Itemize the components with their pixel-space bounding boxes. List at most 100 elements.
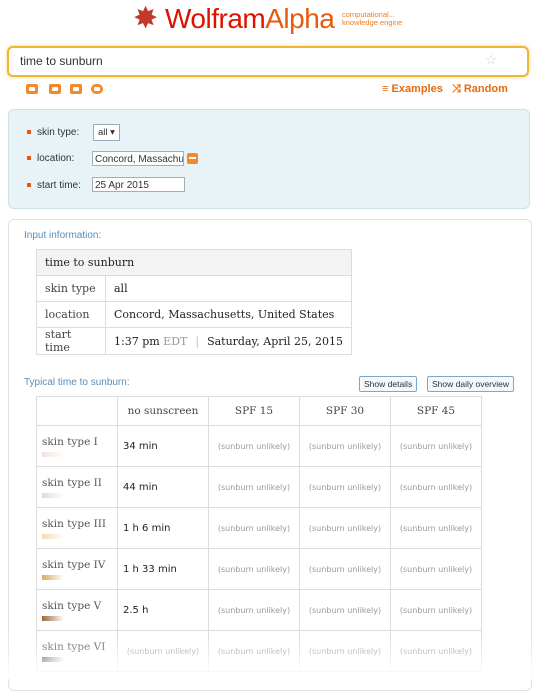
column-header: no sunscreen [117, 396, 209, 426]
input-info-table: time to sunburn skin type all location C… [35, 249, 353, 355]
location-cell-value: Concord, Massachusetts, United States [104, 301, 353, 328]
skin-type-cell-label: skin type [36, 275, 106, 302]
table-row: skin type III 1 h 6 min (sunburn unlikely)… [36, 507, 482, 549]
examples-label: Examples [391, 83, 443, 95]
sunburn-unlikely-cell: (sunburn unlikely) [390, 466, 482, 508]
skin-type-row-label: skin type III [36, 507, 118, 549]
location-label: location: [27, 153, 74, 164]
skin-color-swatch [42, 451, 64, 457]
sunburn-unlikely-cell: (sunburn unlikely) [208, 507, 300, 549]
sunburn-unlikely-cell: (sunburn unlikely) [208, 425, 300, 467]
skin-type-row-label: skin type IV [36, 548, 118, 590]
table-row: time to sunburn [35, 249, 353, 276]
start-time: 1:37 pm [114, 334, 160, 348]
location-cell-label: location [36, 301, 106, 328]
logo-wordmark-text: WolframAlpha [165, 3, 335, 34]
sunburn-unlikely-cell: (sunburn unlikely) [299, 589, 391, 631]
location-label-text: location: [37, 153, 75, 164]
start-time-cell-value: 1:37 pm EDT | Saturday, April 25, 2015 [104, 327, 353, 355]
skin-color-swatch [42, 615, 64, 621]
logo-tagline: computational... knowledge engine [342, 11, 422, 27]
column-header: SPF 45 [390, 396, 482, 426]
shuffle-icon: ⤨ [452, 83, 464, 95]
sunburn-time-cell: 1 h 33 min [117, 548, 209, 590]
results-area: Input information: time to sunburn skin … [8, 219, 532, 691]
sunburn-unlikely-cell: (sunburn unlikely) [299, 507, 391, 549]
skin-type-label-text: skin type: [37, 127, 80, 138]
skin-type-cell-value: all [104, 275, 353, 302]
assumptions-panel: skin type: all ▾ location: Concord, Mass… [8, 109, 530, 209]
grid-icon[interactable] [70, 84, 82, 94]
keyboard-icon[interactable] [26, 84, 38, 94]
palette-icon[interactable] [91, 84, 103, 94]
skin-color-swatch [42, 574, 64, 580]
input-pod-title: Input information: [24, 230, 102, 241]
table-row: location Concord, Massachusetts, United … [36, 301, 353, 328]
show-details-button[interactable]: Show details [359, 376, 418, 392]
table-header-row: no sunscreen SPF 15 SPF 30 SPF 45 [36, 396, 482, 426]
skin-type-label: skin type II [42, 476, 102, 489]
table-row: start time 1:37 pm EDT | Saturday, April 2… [36, 327, 353, 355]
skin-type-row-label: skin type I [36, 425, 118, 467]
column-header: SPF 30 [299, 396, 391, 426]
logo-wordmark-alpha: Alpha [265, 3, 335, 34]
skin-type-label: skin type: [27, 127, 79, 138]
favorite-star-icon[interactable]: ☆ [485, 52, 497, 68]
skin-type-row-label: skin type II [36, 466, 118, 508]
examples-link[interactable]: ≡ Examples [382, 83, 443, 95]
location-menu-icon[interactable] [187, 153, 198, 164]
skin-type-row-label: skin type V [36, 589, 118, 631]
bullet-icon [27, 130, 31, 135]
bullet-icon [27, 183, 31, 188]
query-cell: time to sunburn [35, 249, 353, 276]
camera-icon[interactable] [49, 84, 61, 94]
sunburn-unlikely-cell: (sunburn unlikely) [390, 589, 482, 631]
sunburn-unlikely-cell: (sunburn unlikely) [390, 548, 482, 590]
sunburn-unlikely-cell: (sunburn unlikely) [299, 425, 391, 467]
show-daily-overview-button[interactable]: Show daily overview [427, 376, 515, 392]
location-field[interactable]: Concord, Massachusetts [92, 151, 184, 166]
sunburn-time-cell: 44 min [117, 466, 209, 508]
sunburn-time-cell: 1 h 6 min [117, 507, 209, 549]
sunburn-pod-title: Typical time to sunburn: [24, 377, 130, 388]
sunburn-unlikely-cell: (sunburn unlikely) [208, 589, 300, 631]
table-row: skin type IV 1 h 33 min (sunburn unlikely)… [36, 548, 482, 590]
spikey-star-icon: ✸ [133, 2, 159, 35]
sunburn-unlikely-cell: (sunburn unlikely) [299, 466, 391, 508]
bottom-fade [0, 634, 537, 679]
sunburn-unlikely-cell: (sunburn unlikely) [208, 466, 300, 508]
table-row: skin type V 2.5 h (sunburn unlikely) (sunbu… [36, 589, 482, 631]
search-input[interactable] [20, 53, 460, 69]
skin-type-label: skin type III [42, 517, 107, 530]
corner-cell [36, 396, 118, 426]
bullet-icon [27, 156, 31, 161]
start-time-field[interactable]: 25 Apr 2015 [92, 177, 185, 192]
skin-type-label: skin type V [42, 599, 102, 612]
sunburn-unlikely-cell: (sunburn unlikely) [390, 425, 482, 467]
start-date: Saturday, April 25, 2015 [207, 334, 344, 348]
search-box: ☆ [7, 46, 529, 77]
random-link[interactable]: ⤨ Random [452, 83, 508, 96]
separator: | [195, 334, 200, 348]
table-row: skin type II 44 min (sunburn unlikely) (sun… [36, 466, 482, 508]
sunburn-time-cell: 2.5 h [117, 589, 209, 631]
skin-type-label: skin type IV [42, 558, 106, 571]
start-time-cell-label: start time [36, 327, 106, 355]
sunburn-table: no sunscreen SPF 15 SPF 30 SPF 45 skin t… [36, 396, 482, 672]
skin-color-swatch [42, 492, 64, 498]
skin-type-select[interactable]: all ▾ [93, 124, 120, 141]
start-time-label: start time: [27, 180, 81, 191]
sunburn-unlikely-cell: (sunburn unlikely) [208, 548, 300, 590]
table-row: skin type I 34 min (sunburn unlikely) (sunb… [36, 425, 482, 467]
table-row: skin type all [36, 275, 353, 302]
logo-tagline-line2: knowledge engine [342, 18, 403, 27]
column-header: SPF 15 [208, 396, 300, 426]
sunburn-time-cell: 34 min [117, 425, 209, 467]
random-label: Random [463, 83, 508, 95]
logo-wordmark: WolframAlpha [165, 3, 335, 35]
sunburn-unlikely-cell: (sunburn unlikely) [390, 507, 482, 549]
skin-color-swatch [42, 533, 64, 539]
time-zone: EDT [163, 334, 188, 348]
sunburn-unlikely-cell: (sunburn unlikely) [299, 548, 391, 590]
start-time-label-text: start time: [37, 180, 81, 191]
